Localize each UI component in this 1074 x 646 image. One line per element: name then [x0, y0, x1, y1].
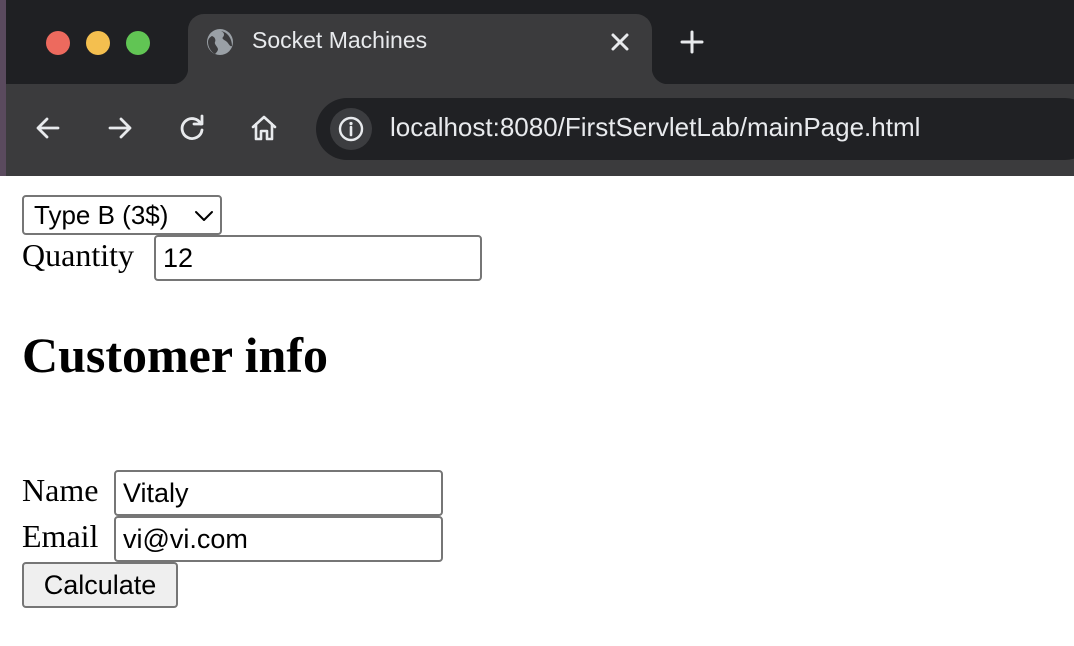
home-icon[interactable] [248, 112, 280, 144]
machine-type-select[interactable]: Type B (3$) [22, 195, 222, 235]
email-label: Email [22, 518, 99, 554]
window-maximize-button[interactable] [126, 31, 150, 55]
plus-icon[interactable] [678, 28, 706, 56]
close-icon[interactable] [606, 28, 634, 56]
arrow-right-icon[interactable] [104, 112, 136, 144]
quantity-label: Quantity [22, 237, 134, 273]
browser-window: Socket Machines localhost:8080/FirstServ… [0, 0, 1074, 646]
tab-curve [652, 68, 668, 84]
window-edge [0, 0, 6, 176]
url-text: localhost:8080/FirstServletLab/mainPage.… [390, 112, 921, 142]
info-icon [338, 116, 364, 142]
quantity-input[interactable]: 12 [154, 235, 482, 281]
calculate-button[interactable]: Calculate [22, 562, 178, 608]
customer-info-heading: Customer info [22, 327, 329, 383]
tab-active[interactable]: Socket Machines [188, 14, 652, 84]
browser-toolbar: localhost:8080/FirstServletLab/mainPage.… [0, 84, 1074, 176]
reload-icon[interactable] [176, 112, 208, 144]
globe-icon [207, 29, 233, 55]
window-close-button[interactable] [46, 31, 70, 55]
page-content: Type B (3$) Quantity 12 Customer info Na… [0, 176, 1074, 646]
email-input[interactable]: vi@vi.com [114, 516, 443, 562]
arrow-left-icon[interactable] [32, 112, 64, 144]
window-minimize-button[interactable] [86, 31, 110, 55]
tab-title: Socket Machines [252, 27, 428, 53]
address-bar[interactable]: localhost:8080/FirstServletLab/mainPage.… [316, 98, 1074, 160]
tab-bar: Socket Machines [0, 0, 1074, 84]
name-label: Name [22, 472, 99, 508]
site-info-button[interactable] [330, 108, 372, 150]
name-input[interactable]: Vitaly [114, 470, 443, 516]
machine-type-selected: Type B (3$) [34, 200, 169, 230]
chevron-down-icon [195, 211, 213, 221]
tab-curve [172, 68, 188, 84]
